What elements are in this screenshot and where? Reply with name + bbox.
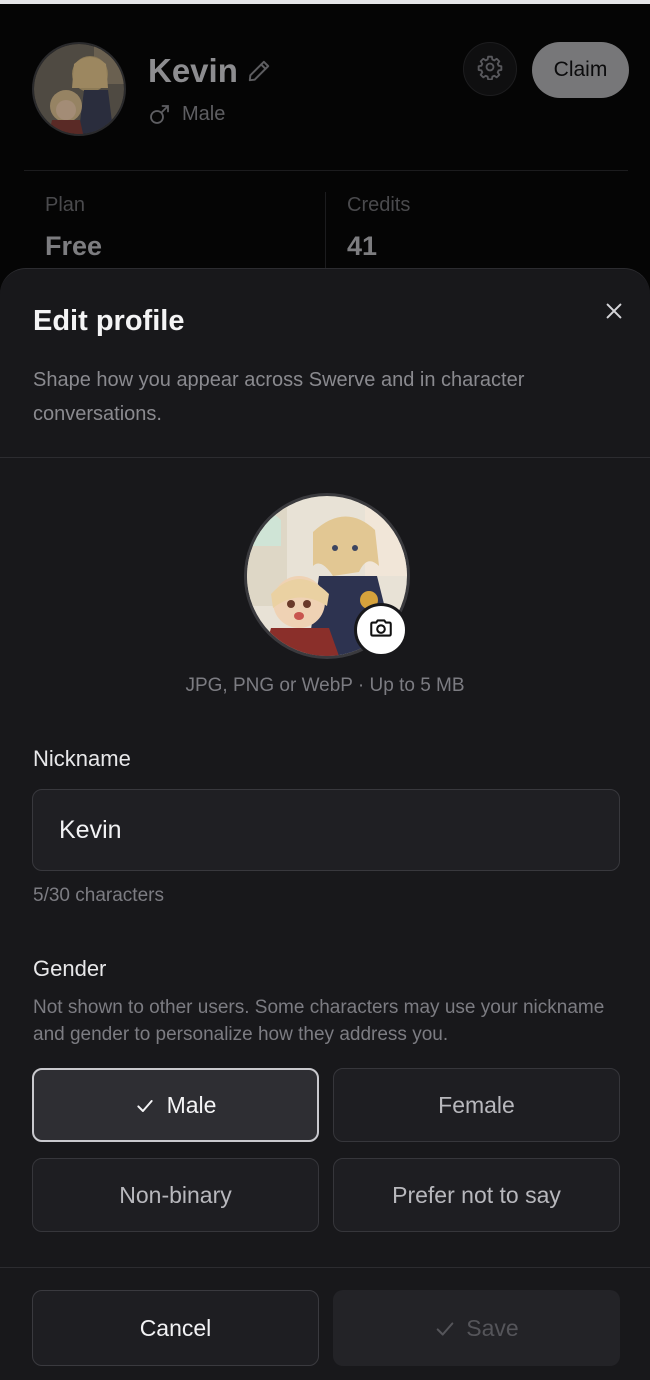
profile-gender-label: Male [182, 102, 226, 125]
credits-value: 41 [347, 231, 378, 261]
plan-value: Free [45, 231, 103, 261]
male-symbol-icon [148, 102, 172, 126]
check-icon [135, 1095, 155, 1115]
divider [0, 1267, 650, 1268]
cancel-button[interactable]: Cancel [32, 1290, 319, 1366]
sheet-description: Shape how you appear across Swerve and i… [33, 369, 525, 425]
gear-icon [477, 54, 503, 85]
credits-stat: Credits 41 [347, 194, 410, 262]
gender-option-label: Prefer not to say [392, 1181, 561, 1208]
gender-option-male[interactable]: Male [32, 1068, 319, 1142]
plan-label: Plan [45, 194, 86, 216]
character-count: 5/30 characters [33, 885, 164, 906]
gender-option-label: Non-binary [119, 1181, 232, 1208]
camera-icon [368, 615, 394, 646]
gender-option-non-binary[interactable]: Non-binary [32, 1158, 319, 1232]
close-button[interactable] [600, 299, 628, 327]
credits-label: Credits [347, 194, 411, 216]
stat-divider [325, 192, 326, 272]
gender-help-text: Not shown to other users. Some character… [33, 997, 605, 1045]
save-button[interactable]: Save [333, 1290, 620, 1366]
user-name: Kevin [148, 52, 238, 89]
change-photo-button[interactable] [354, 603, 408, 657]
upload-hint: JPG, PNG or WebP · Up to 5 MB [185, 675, 465, 696]
nickname-input[interactable] [32, 789, 620, 871]
check-icon [434, 1318, 454, 1338]
gender-option-label: Male [166, 1091, 217, 1118]
profile-avatar[interactable] [32, 42, 126, 136]
edit-profile-sheet: Edit profile Shape how you appear across… [0, 268, 650, 1380]
gender-option-prefer-not-to-say[interactable]: Prefer not to say [333, 1158, 620, 1232]
claim-button[interactable]: Claim [532, 42, 629, 98]
save-label: Save [466, 1314, 519, 1341]
settings-button[interactable] [463, 42, 517, 96]
gender-option-label: Female [438, 1091, 515, 1118]
profile-gender: Male [148, 102, 225, 126]
gender-option-female[interactable]: Female [333, 1068, 620, 1142]
plan-stat: Plan Free [45, 194, 102, 262]
divider [0, 457, 650, 458]
pencil-icon[interactable] [246, 58, 272, 84]
sheet-title: Edit profile [33, 305, 185, 337]
divider [24, 170, 628, 171]
gender-label: Gender [33, 956, 107, 981]
profile-page-background: Kevin Male Claim Plan Free Credits 41 [0, 4, 650, 304]
close-icon [603, 300, 625, 327]
nickname-label: Nickname [33, 746, 131, 771]
